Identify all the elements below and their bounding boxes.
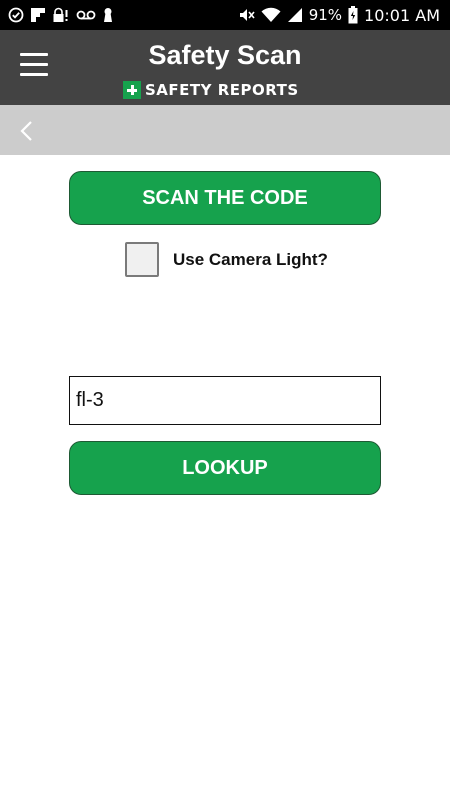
- lookup-button[interactable]: LOOKUP: [69, 441, 381, 495]
- lock-alert-icon: [52, 7, 70, 23]
- status-bar: 91% 10:01 AM: [0, 0, 450, 30]
- status-left-icons: [8, 6, 114, 24]
- page-title: Safety Scan: [148, 40, 302, 70]
- status-right-icons: 91% 10:01 AM: [237, 4, 440, 26]
- app-header: Safety Scan SAFETY REPORTS: [0, 30, 450, 105]
- camera-light-checkbox[interactable]: [125, 242, 159, 277]
- code-input[interactable]: [69, 376, 381, 425]
- battery-icon: [348, 6, 358, 24]
- status-time: 10:01 AM: [364, 5, 440, 25]
- scan-code-button[interactable]: SCAN THE CODE: [69, 171, 381, 225]
- battery-percent: 91%: [308, 6, 343, 24]
- flipboard-icon: [30, 7, 46, 23]
- nav-bar: [0, 105, 450, 155]
- voicemail-icon: [76, 7, 96, 23]
- chevron-left-icon[interactable]: [14, 118, 40, 144]
- keyhole-icon: [102, 7, 114, 23]
- brand-text: SAFETY REPORTS: [145, 81, 299, 99]
- plus-icon: [123, 81, 141, 99]
- wifi-icon: [261, 7, 281, 23]
- brand-logo: SAFETY REPORTS: [123, 81, 299, 99]
- camera-light-option[interactable]: Use Camera Light?: [125, 242, 328, 277]
- signal-icon: [287, 7, 303, 23]
- mute-icon: [237, 6, 255, 24]
- camera-light-label: Use Camera Light?: [173, 249, 328, 269]
- check-circle-icon: [8, 7, 24, 23]
